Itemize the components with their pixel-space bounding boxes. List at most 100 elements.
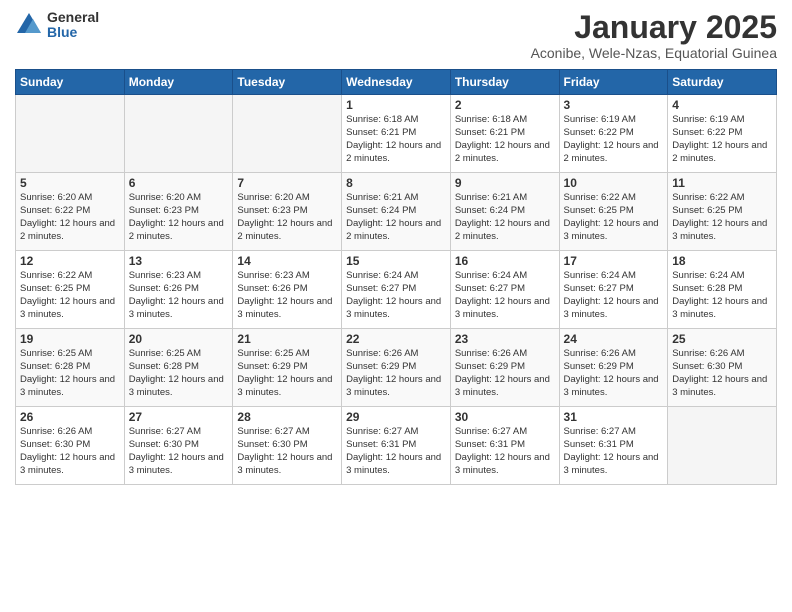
- day-cell: [233, 95, 342, 173]
- day-info: Sunrise: 6:22 AM Sunset: 6:25 PM Dayligh…: [672, 192, 772, 243]
- week-row-5: 26Sunrise: 6:26 AM Sunset: 6:30 PM Dayli…: [16, 407, 777, 485]
- day-cell: 10 Sunrise: 6:22 AM Sunset: 6:25 PM Dayli…: [559, 173, 668, 251]
- page: General Blue January 2025 Aconibe, Wele-…: [0, 0, 792, 612]
- day-cell: 26Sunrise: 6:26 AM Sunset: 6:30 PM Dayli…: [16, 407, 125, 485]
- day-info: Sunrise: 6:21 AM Sunset: 6:24 PM Dayligh…: [346, 192, 446, 243]
- col-tuesday: Tuesday: [233, 70, 342, 95]
- day-info: Sunrise: 6:25 AM Sunset: 6:28 PM Dayligh…: [20, 348, 120, 399]
- logo: General Blue: [15, 10, 99, 41]
- day-cell: 28 Sunrise: 6:27 AM Sunset: 6:30 PM Dayli…: [233, 407, 342, 485]
- day-info: Sunrise: 6:19 AM Sunset: 6:22 PM Dayligh…: [564, 114, 664, 165]
- day-cell: [668, 407, 777, 485]
- day-info: Sunrise: 6:27 AM Sunset: 6:31 PM Dayligh…: [564, 426, 664, 477]
- day-number: 23: [455, 332, 555, 346]
- day-cell: 18 Sunrise: 6:24 AM Sunset: 6:28 PM Dayli…: [668, 251, 777, 329]
- day-cell: 7Sunrise: 6:20 AM Sunset: 6:23 PM Daylig…: [233, 173, 342, 251]
- week-row-1: 1 Sunrise: 6:18 AM Sunset: 6:21 PM Daylig…: [16, 95, 777, 173]
- day-info: Sunrise: 6:24 AM Sunset: 6:27 PM Dayligh…: [564, 270, 664, 321]
- day-number: 2: [455, 98, 555, 112]
- day-number: 8: [346, 176, 446, 190]
- calendar-table: Sunday Monday Tuesday Wednesday Thursday…: [15, 69, 777, 485]
- day-info: Sunrise: 6:22 AM Sunset: 6:25 PM Dayligh…: [564, 192, 664, 243]
- col-sunday: Sunday: [16, 70, 125, 95]
- day-info: Sunrise: 6:18 AM Sunset: 6:21 PM Dayligh…: [346, 114, 446, 165]
- day-cell: 27 Sunrise: 6:27 AM Sunset: 6:30 PM Dayli…: [124, 407, 233, 485]
- day-info: Sunrise: 6:27 AM Sunset: 6:30 PM Dayligh…: [129, 426, 229, 477]
- day-info: Sunrise: 6:27 AM Sunset: 6:31 PM Dayligh…: [346, 426, 446, 477]
- day-cell: 20 Sunrise: 6:25 AM Sunset: 6:28 PM Dayli…: [124, 329, 233, 407]
- day-cell: 21 Sunrise: 6:25 AM Sunset: 6:29 PM Dayli…: [233, 329, 342, 407]
- day-info: Sunrise: 6:22 AM Sunset: 6:25 PM Dayligh…: [20, 270, 120, 321]
- day-cell: 31 Sunrise: 6:27 AM Sunset: 6:31 PM Dayli…: [559, 407, 668, 485]
- col-monday: Monday: [124, 70, 233, 95]
- day-number: 26: [20, 410, 120, 424]
- day-number: 5: [20, 176, 120, 190]
- day-cell: 15Sunrise: 6:24 AM Sunset: 6:27 PM Dayli…: [342, 251, 451, 329]
- day-cell: [16, 95, 125, 173]
- day-cell: 12 Sunrise: 6:22 AM Sunset: 6:25 PM Dayli…: [16, 251, 125, 329]
- day-number: 7: [237, 176, 337, 190]
- day-number: 28: [237, 410, 337, 424]
- day-info: Sunrise: 6:23 AM Sunset: 6:26 PM Dayligh…: [129, 270, 229, 321]
- day-cell: 6Sunrise: 6:20 AM Sunset: 6:23 PM Daylig…: [124, 173, 233, 251]
- day-cell: [124, 95, 233, 173]
- day-cell: 3Sunrise: 6:19 AM Sunset: 6:22 PM Daylig…: [559, 95, 668, 173]
- day-cell: 16 Sunrise: 6:24 AM Sunset: 6:27 PM Dayli…: [450, 251, 559, 329]
- day-number: 29: [346, 410, 446, 424]
- day-cell: 9Sunrise: 6:21 AM Sunset: 6:24 PM Daylig…: [450, 173, 559, 251]
- logo-text: General Blue: [47, 10, 99, 41]
- day-cell: 2 Sunrise: 6:18 AM Sunset: 6:21 PM Daylig…: [450, 95, 559, 173]
- day-info: Sunrise: 6:25 AM Sunset: 6:28 PM Dayligh…: [129, 348, 229, 399]
- day-cell: 4 Sunrise: 6:19 AM Sunset: 6:22 PM Daylig…: [668, 95, 777, 173]
- day-number: 17: [564, 254, 664, 268]
- day-cell: 11 Sunrise: 6:22 AM Sunset: 6:25 PM Dayli…: [668, 173, 777, 251]
- day-number: 30: [455, 410, 555, 424]
- day-cell: 24Sunrise: 6:26 AM Sunset: 6:29 PM Dayli…: [559, 329, 668, 407]
- day-number: 21: [237, 332, 337, 346]
- day-cell: 30 Sunrise: 6:27 AM Sunset: 6:31 PM Dayli…: [450, 407, 559, 485]
- day-info: Sunrise: 6:24 AM Sunset: 6:27 PM Dayligh…: [455, 270, 555, 321]
- calendar-body: 1 Sunrise: 6:18 AM Sunset: 6:21 PM Daylig…: [16, 95, 777, 485]
- day-number: 22: [346, 332, 446, 346]
- day-number: 11: [672, 176, 772, 190]
- logo-icon: [15, 11, 43, 39]
- day-info: Sunrise: 6:27 AM Sunset: 6:31 PM Dayligh…: [455, 426, 555, 477]
- day-info: Sunrise: 6:23 AM Sunset: 6:26 PM Dayligh…: [237, 270, 337, 321]
- day-number: 1: [346, 98, 446, 112]
- day-number: 27: [129, 410, 229, 424]
- day-info: Sunrise: 6:27 AM Sunset: 6:30 PM Dayligh…: [237, 426, 337, 477]
- day-cell: 22 Sunrise: 6:26 AM Sunset: 6:29 PM Dayli…: [342, 329, 451, 407]
- day-number: 9: [455, 176, 555, 190]
- day-info: Sunrise: 6:19 AM Sunset: 6:22 PM Dayligh…: [672, 114, 772, 165]
- day-number: 12: [20, 254, 120, 268]
- day-cell: 19 Sunrise: 6:25 AM Sunset: 6:28 PM Dayli…: [16, 329, 125, 407]
- day-cell: 8 Sunrise: 6:21 AM Sunset: 6:24 PM Daylig…: [342, 173, 451, 251]
- day-cell: 23Sunrise: 6:26 AM Sunset: 6:29 PM Dayli…: [450, 329, 559, 407]
- calendar-title: January 2025: [531, 10, 777, 45]
- day-number: 4: [672, 98, 772, 112]
- logo-blue-text: Blue: [47, 25, 99, 40]
- day-info: Sunrise: 6:24 AM Sunset: 6:28 PM Dayligh…: [672, 270, 772, 321]
- day-number: 10: [564, 176, 664, 190]
- col-thursday: Thursday: [450, 70, 559, 95]
- day-number: 6: [129, 176, 229, 190]
- day-info: Sunrise: 6:18 AM Sunset: 6:21 PM Dayligh…: [455, 114, 555, 165]
- day-number: 13: [129, 254, 229, 268]
- day-number: 19: [20, 332, 120, 346]
- day-cell: 5Sunrise: 6:20 AM Sunset: 6:22 PM Daylig…: [16, 173, 125, 251]
- day-info: Sunrise: 6:26 AM Sunset: 6:29 PM Dayligh…: [346, 348, 446, 399]
- day-info: Sunrise: 6:25 AM Sunset: 6:29 PM Dayligh…: [237, 348, 337, 399]
- day-cell: 14 Sunrise: 6:23 AM Sunset: 6:26 PM Dayli…: [233, 251, 342, 329]
- day-number: 14: [237, 254, 337, 268]
- day-number: 31: [564, 410, 664, 424]
- day-number: 18: [672, 254, 772, 268]
- calendar-header-row: Sunday Monday Tuesday Wednesday Thursday…: [16, 70, 777, 95]
- day-number: 16: [455, 254, 555, 268]
- col-friday: Friday: [559, 70, 668, 95]
- header: General Blue January 2025 Aconibe, Wele-…: [15, 10, 777, 61]
- day-cell: 17 Sunrise: 6:24 AM Sunset: 6:27 PM Dayli…: [559, 251, 668, 329]
- day-cell: 25Sunrise: 6:26 AM Sunset: 6:30 PM Dayli…: [668, 329, 777, 407]
- day-number: 24: [564, 332, 664, 346]
- day-number: 20: [129, 332, 229, 346]
- day-info: Sunrise: 6:26 AM Sunset: 6:30 PM Dayligh…: [672, 348, 772, 399]
